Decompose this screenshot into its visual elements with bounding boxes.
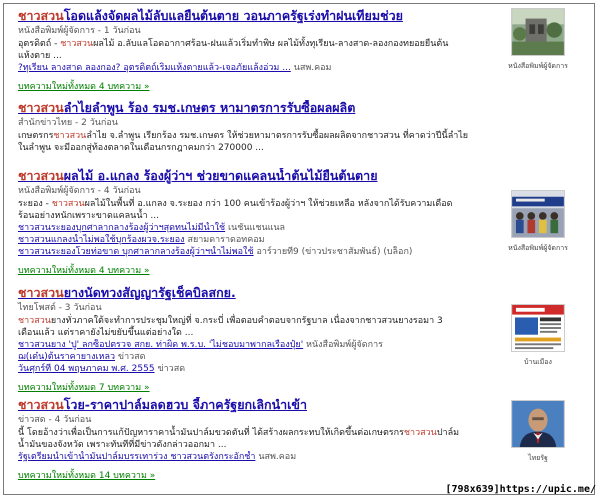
- result-snippet-5: นี้ โดยอ้างว่าเพื่อเป็นการแก้ปัญหาราคาน้…: [18, 428, 460, 450]
- related-link-4a: ชาวสวนยาง 'ปู' ลกซ็อปตรวจ สกย. ท่าผิด พ.…: [18, 339, 464, 351]
- thumbnail-caption: ไทยรัฐ: [528, 454, 548, 462]
- more-articles-link-5[interactable]: บทความใหม่ทั้งหมด 14 บทความ »: [18, 470, 155, 482]
- news-result-3: ชาวสวนผลไม้ อ.แกลง ร้องผู้ว่าฯ ช่วยขาดแค…: [18, 168, 464, 277]
- thumbnail-3[interactable]: หนังสือพิมพ์ผู้จัดการ: [508, 190, 568, 253]
- related-article-link[interactable]: วันศุกร์ที่ 04 พฤษภาคม พ.ศ. 2555: [18, 364, 155, 374]
- more-articles-link-4[interactable]: บทความใหม่ทั้งหมด 7 บทความ »: [18, 382, 150, 394]
- thumbnail-1[interactable]: หนังสือพิมพ์ผู้จัดการ: [508, 8, 568, 71]
- ruins-photo-icon: [511, 8, 565, 56]
- related-source: นสพ.คอม: [293, 63, 332, 73]
- upic-watermark: [798x639]https://upic.me/: [445, 484, 596, 495]
- news-result-1: ชาวสวนโอดแล้งจัดผลไม้ลับแลยืนต้นตาย วอนภ…: [18, 8, 464, 93]
- more-articles-link-1[interactable]: บทความใหม่ทั้งหมด 4 บทความ »: [18, 81, 150, 93]
- thumbnail-caption: หนังสือพิมพ์ผู้จัดการ: [508, 244, 568, 252]
- related-article-link[interactable]: ชาวสวนระยองโวยท่อขาด บุกศาลากลางร้องผู้ว…: [18, 247, 254, 257]
- thumbnail-4[interactable]: บ้านเมือง: [508, 304, 568, 367]
- result-meta-4: ไทยโพสต์ - 3 วันก่อน: [18, 303, 102, 313]
- related-article-link[interactable]: รัฐเตรียมนำเข้าน้ำมันปาล์มบรรเทาร่วง ชาว…: [18, 452, 255, 462]
- person-portrait-icon: [511, 400, 565, 448]
- related-link-3c: ชาวสวนระยองโวยท่อขาด บุกศาลากลางร้องผู้ว…: [18, 246, 464, 258]
- news-result-4: ชาวสวนยางนัดทวงสัญญารัฐเช็คบิลสกย. ไทยโพ…: [18, 285, 464, 394]
- related-link-1a: ?ทุเรียน ลางสาด ลองกอง? อุตรดิตถ์เริ่มแห…: [18, 62, 464, 74]
- title-highlight: ชาวสวน: [18, 168, 64, 183]
- related-article-link[interactable]: ชาวสวนยาง 'ปู' ลกซ็อปตรวจ สกย. ท่าผิด พ.…: [18, 340, 303, 350]
- result-title-2[interactable]: ชาวสวนลำไยลำพูน ร้อง รมช.เกษตร หามาตรการ…: [18, 100, 478, 116]
- result-title-5[interactable]: ชาวสวนโวย-ราคาปาล์มลดฮวบ จี้ภาครัฐยกเลิก…: [18, 397, 464, 413]
- title-highlight: ชาวสวน: [18, 397, 64, 412]
- result-meta-1: หนังสือพิมพ์ผู้จัดการ - 1 วันก่อน: [18, 26, 141, 36]
- related-article-link[interactable]: ?ทุเรียน ลางสาด ลองกอง? อุตรดิตถ์เริ่มแห…: [18, 63, 291, 73]
- result-title-3[interactable]: ชาวสวนผลไม้ อ.แกลง ร้องผู้ว่าฯ ช่วยขาดแค…: [18, 168, 464, 184]
- related-link-3a: ชาวสวนระยองบุกศาลากลางร้องผู้ว่าฯสุดทนไม…: [18, 222, 464, 234]
- related-link-3b: ชาวสวนแกลงน้ำไม่พอใช้บุกร้องผวจ.ระยอง สย…: [18, 234, 464, 246]
- result-meta-5: ข่าวสด - 4 วันก่อน: [18, 415, 92, 425]
- title-text: ลำไยลำพูน ร้อง รมช.เกษตร หามาตรการรับซื้…: [63, 100, 356, 115]
- newspaper-cover-icon: [511, 304, 565, 352]
- title-highlight: ชาวสวน: [18, 285, 64, 300]
- protest-photo-icon: [511, 190, 565, 238]
- title-text: ผลไม้ อ.แกลง ร้องผู้ว่าฯ ช่วยขาดแคลนน้ำต…: [63, 168, 378, 183]
- news-result-2: ชาวสวนลำไยลำพูน ร้อง รมช.เกษตร หามาตรการ…: [18, 100, 478, 154]
- related-article-link[interactable]: ชาวสวนระยองบุกศาลากลางร้องผู้ว่าฯสุดทนไม…: [18, 223, 225, 233]
- result-snippet-3: ระยอง - ชาวสวนผลไม้ในพื้นที่ อ.แกลง จ.ระ…: [18, 199, 453, 221]
- related-link-5a: รัฐเตรียมนำเข้าน้ำมันปาล์มบรรเทาร่วง ชาว…: [18, 451, 464, 463]
- related-link-4c: วันศุกร์ที่ 04 พฤษภาคม พ.ศ. 2555 ข่าวสด: [18, 363, 464, 375]
- related-source: หนังสือพิมพ์ผู้จัดการ: [306, 340, 383, 350]
- thumbnail-caption: บ้านเมือง: [524, 358, 552, 366]
- thumbnail-caption: หนังสือพิมพ์ผู้จัดการ: [508, 62, 568, 70]
- related-source: อาร์วายที9 (ข่าวประชาสัมพันธ์) (บล็อก): [256, 247, 413, 257]
- result-meta-2: สำนักข่าวไทย - 2 วันก่อน: [18, 118, 118, 128]
- title-text: โอดแล้งจัดผลไม้ลับแลยืนต้นตาย วอนภาครัฐเ…: [63, 8, 403, 23]
- result-snippet-4: ชาวสวนยางทั่วภาคใต้จะทำการประชุมใหญ่ที่ …: [18, 316, 443, 338]
- related-article-link[interactable]: ชาวสวนแกลงน้ำไม่พอใช้บุกร้องผวจ.ระยอง: [18, 235, 185, 245]
- result-snippet-1: อุตรดิตถ์ - ชาวสวนผลไม้ อ.ลับแลโอดอากาศร…: [18, 39, 449, 61]
- related-link-4b: ฌ(เด๋น)ต้นราคายางเหลว ข่าวสด: [18, 351, 464, 363]
- title-text: โวย-ราคาปาล์มลดฮวบ จี้ภาครัฐยกเลิกนำเข้า: [63, 397, 307, 412]
- related-source: ข่าวสด: [117, 352, 146, 362]
- related-source: นสพ.คอม: [258, 452, 297, 462]
- related-article-link[interactable]: ฌ(เด๋น)ต้นราคายางเหลว: [18, 352, 115, 362]
- result-meta-3: หนังสือพิมพ์ผู้จัดการ - 4 วันก่อน: [18, 186, 141, 196]
- results-panel: ชาวสวนโอดแล้งจัดผลไม้ลับแลยืนต้นตาย วอนภ…: [3, 3, 595, 495]
- thumbnail-5[interactable]: ไทยรัฐ: [508, 400, 568, 463]
- more-articles-link-3[interactable]: บทความใหม่ทั้งหมด 4 บทความ »: [18, 265, 150, 277]
- result-snippet-2: เกษตรกรชาวสวนลำไย จ.ลำพูน เรียกร้อง รมช.…: [18, 131, 469, 153]
- title-highlight: ชาวสวน: [18, 8, 64, 23]
- result-title-1[interactable]: ชาวสวนโอดแล้งจัดผลไม้ลับแลยืนต้นตาย วอนภ…: [18, 8, 464, 24]
- related-source: เนชั่นแชนแนล: [228, 223, 286, 233]
- related-source: ข่าวสด: [157, 364, 186, 374]
- news-result-5: ชาวสวนโวย-ราคาปาล์มลดฮวบ จี้ภาครัฐยกเลิก…: [18, 397, 464, 482]
- result-title-4[interactable]: ชาวสวนยางนัดทวงสัญญารัฐเช็คบิลสกย.: [18, 285, 464, 301]
- title-highlight: ชาวสวน: [18, 100, 64, 115]
- related-source: สยามดาราดอทคอม: [187, 235, 265, 245]
- title-text: ยางนัดทวงสัญญารัฐเช็คบิลสกย.: [63, 285, 236, 300]
